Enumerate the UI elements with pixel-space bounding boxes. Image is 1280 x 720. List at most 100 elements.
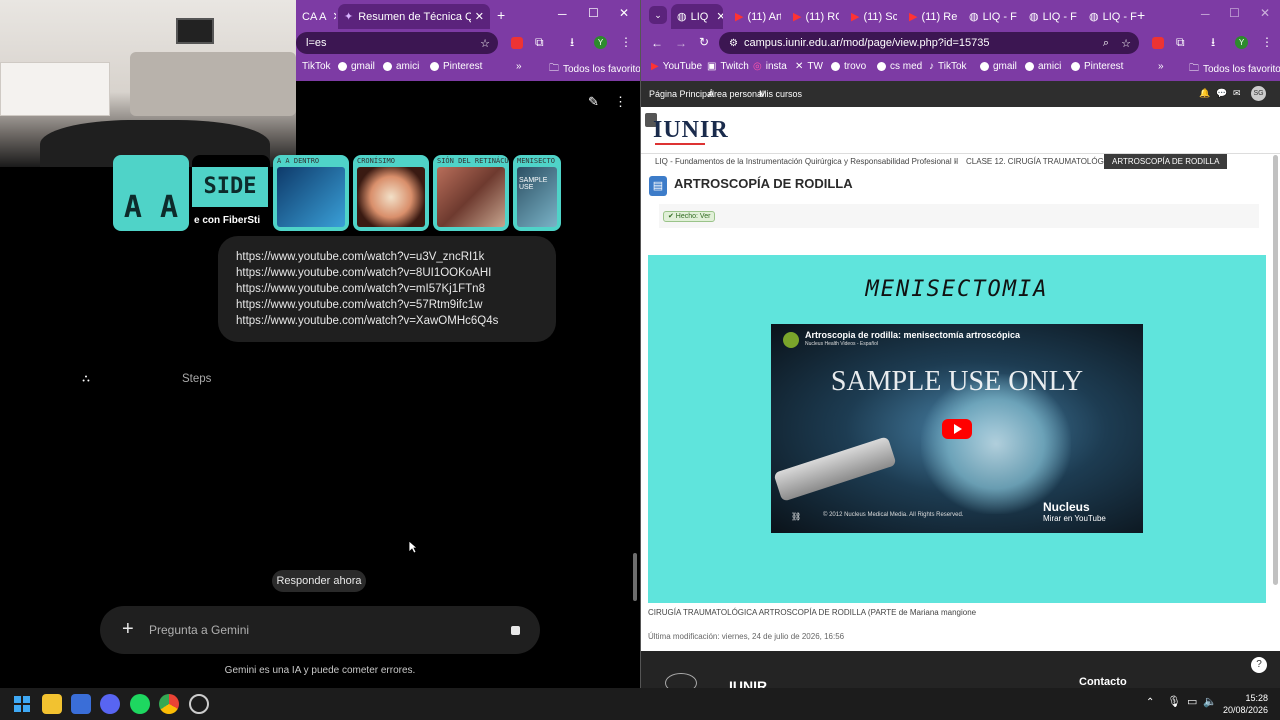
microphone-icon[interactable]: 🎙	[1167, 697, 1181, 708]
all-bookmarks[interactable]: 🗀 Todos los favoritos	[549, 61, 646, 78]
download-icon[interactable]: ⭳	[1211, 36, 1215, 48]
close-window-icon[interactable]: ✕	[619, 7, 629, 19]
chrome-icon[interactable]	[159, 694, 179, 714]
site-info-icon[interactable]: ⚙	[729, 38, 738, 49]
channel-avatar[interactable]	[783, 332, 799, 348]
mail-icon[interactable]: ✉	[1233, 88, 1241, 99]
play-button[interactable]	[942, 419, 972, 439]
bookmark-amici[interactable]: amici	[383, 61, 419, 72]
close-icon[interactable]: ✕	[475, 10, 484, 23]
bookmark-trovo[interactable]: trovo	[831, 61, 866, 72]
spotify-icon[interactable]	[130, 694, 150, 714]
bookmark-youtube[interactable]: ▶ YouTube	[651, 61, 702, 72]
close-icon[interactable]: ✕	[332, 10, 336, 23]
maximize-icon[interactable]: ☐	[588, 7, 599, 19]
profile-avatar[interactable]: Y	[594, 36, 607, 49]
bookmark-cs-med[interactable]: cs med	[877, 61, 922, 72]
back-icon[interactable]: ←	[651, 37, 663, 49]
tab-liq[interactable]: ◍ LIQ - F	[1023, 4, 1079, 29]
discord-icon[interactable]	[100, 694, 120, 714]
reload-icon[interactable]: ↻	[699, 36, 709, 48]
plus-icon[interactable]: +	[122, 618, 134, 641]
scrollbar[interactable]	[1273, 155, 1278, 585]
nav-my-courses[interactable]: Mis cursos	[759, 89, 802, 99]
minimize-icon[interactable]: ─	[1201, 8, 1210, 20]
bookmark-pinterest[interactable]: Pinterest	[1071, 61, 1123, 72]
video-thumbnail[interactable]: CRONÍSIMO	[353, 155, 429, 231]
more-icon[interactable]: ⋮	[614, 95, 627, 108]
new-tab-icon[interactable]: +	[497, 8, 505, 22]
bookmark-twitch[interactable]: ▣ Twitch	[707, 61, 749, 72]
bookmark-tw[interactable]: ✕ TW	[795, 61, 823, 72]
address-bar[interactable]: l=es ☆	[296, 32, 498, 54]
video-channel[interactable]: Nucleus Health Videos - Español	[805, 341, 878, 347]
video-thumbnail[interactable]: SIÓN DEL RETINÁCULO LA	[433, 155, 509, 231]
chevron-up-icon[interactable]: ⌃	[1146, 698, 1154, 708]
breadcrumb-course[interactable]: LIQ - Fundamentos de la Instrumentación …	[655, 157, 958, 166]
maximize-icon[interactable]: ☐	[1229, 7, 1240, 19]
nav-dashboard[interactable]: Área personal	[708, 89, 764, 99]
tab-liq[interactable]: ◍ LIQ ✕	[671, 4, 723, 29]
chevron-right-icon[interactable]: »	[516, 61, 522, 72]
bookmark-amici[interactable]: amici	[1025, 61, 1061, 72]
video-title[interactable]: Artroscopia de rodilla: menisectomía art…	[805, 330, 1020, 340]
system-clock[interactable]: 15:28 20/08/2026	[1223, 692, 1268, 716]
scrollbar[interactable]	[633, 553, 637, 601]
star-icon[interactable]: ☆	[1121, 37, 1131, 50]
thinking-steps-label[interactable]: Steps	[182, 373, 211, 385]
url-line[interactable]: https://www.youtube.com/watch?v=57Rtm9if…	[236, 297, 538, 313]
minimize-icon[interactable]: ─	[558, 8, 567, 20]
star-icon[interactable]: ☆	[480, 37, 490, 50]
volume-icon[interactable]: 🔈	[1203, 697, 1217, 708]
tab-liq[interactable]: ◍ LIQ - F	[963, 4, 1019, 29]
url-line[interactable]: https://www.youtube.com/watch?v=mI57Kj1F…	[236, 281, 538, 297]
puzzle-icon[interactable]: ⧉	[535, 36, 544, 48]
video-thumbnail[interactable]: MENISECTO SAMPLE USE	[513, 155, 561, 231]
bell-icon[interactable]: 🔔	[1199, 88, 1210, 99]
chevron-right-icon[interactable]: »	[1158, 61, 1164, 72]
bookmark-gmail[interactable]: gmail	[980, 61, 1017, 72]
site-logo[interactable]: IUNIR	[653, 117, 729, 144]
tab-youtube[interactable]: ▶ (11) Re	[903, 4, 959, 29]
help-icon[interactable]: ?	[1251, 657, 1267, 673]
link-icon[interactable]: ⛓	[791, 512, 801, 521]
tab-search-icon[interactable]: ⌄	[649, 6, 667, 24]
video-thumbnail[interactable]: A A	[113, 155, 189, 231]
tab-youtube[interactable]: ▶ (11) Sc	[845, 4, 897, 29]
bookmark-gmail[interactable]: gmail	[338, 61, 375, 72]
stop-icon[interactable]	[511, 626, 520, 635]
puzzle-icon[interactable]: ⧉	[1176, 36, 1185, 48]
tab-gemini[interactable]: ✦ Resumen de Técnica Quirúrgic ✕	[338, 4, 490, 29]
extension-icon[interactable]	[1152, 37, 1164, 49]
close-window-icon[interactable]: ✕	[1260, 7, 1270, 19]
tab-youtube[interactable]: ▶ (11) Art	[729, 4, 781, 29]
menu-icon[interactable]: ⋮	[1261, 36, 1273, 48]
url-line[interactable]: https://www.youtube.com/watch?v=8UI1OOKo…	[236, 265, 538, 281]
gemini-prompt-input[interactable]: + Pregunta a Gemini	[100, 606, 540, 654]
address-bar[interactable]: ⚙ campus.iunir.edu.ar/mod/page/view.php?…	[719, 32, 1139, 54]
bookmark-tiktok[interactable]: TikTok	[302, 61, 331, 72]
url-line[interactable]: https://www.youtube.com/watch?v=XawOMHc6…	[236, 313, 538, 329]
new-tab-icon[interactable]: +	[1137, 8, 1145, 22]
youtube-embed[interactable]: Artroscopia de rodilla: menisectomía art…	[771, 324, 1143, 533]
forward-icon[interactable]: →	[675, 37, 687, 49]
new-chat-icon[interactable]: ✎	[588, 95, 599, 108]
bookmark-tiktok[interactable]: ♪ TikTok	[929, 61, 967, 72]
nav-home[interactable]: Página Principal	[649, 89, 714, 99]
bookmark-insta[interactable]: ◎ insta	[753, 61, 787, 72]
app-icon[interactable]	[189, 694, 209, 714]
all-bookmarks[interactable]: 🗀 Todos los favoritos	[1189, 61, 1280, 78]
tab-liq[interactable]: ◍ LIQ - F	[1083, 4, 1139, 29]
file-explorer-icon[interactable]	[42, 694, 62, 714]
tab-youtube[interactable]: ▶(11) RO	[787, 4, 839, 29]
bookmark-pinterest[interactable]: Pinterest	[430, 61, 482, 72]
breadcrumb-section[interactable]: CLASE 12. CIRUGÍA TRAUMATOLÓGICA	[966, 157, 1117, 166]
windows-start-icon[interactable]	[12, 694, 32, 714]
store-icon[interactable]	[71, 694, 91, 714]
menu-icon[interactable]: ⋮	[620, 36, 632, 48]
profile-avatar[interactable]: Y	[1235, 36, 1248, 49]
extension-icon[interactable]	[511, 37, 523, 49]
tab-1[interactable]: CA A✕	[296, 4, 336, 29]
close-icon[interactable]: ✕	[716, 10, 723, 23]
video-thumbnail[interactable]: A A DENTRO	[273, 155, 349, 231]
